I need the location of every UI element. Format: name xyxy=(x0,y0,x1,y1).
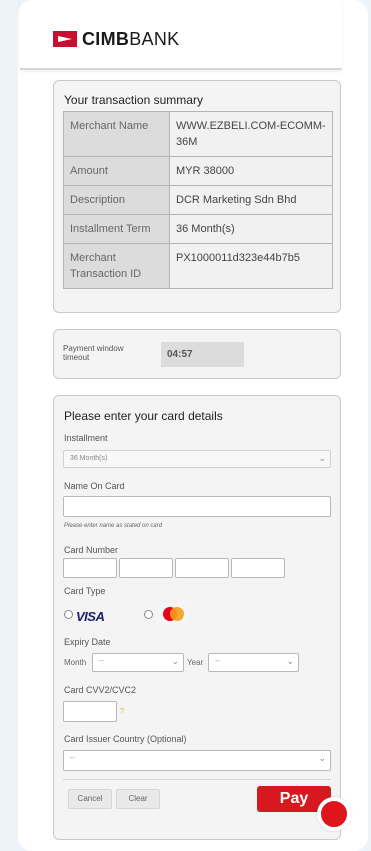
cvv-label: Card CVV2/CVC2 xyxy=(64,685,137,695)
cvv-input[interactable] xyxy=(63,701,117,722)
month-value: -- xyxy=(99,658,104,665)
table-row: Merchant Transaction ID PX1000011d323e44… xyxy=(63,243,333,289)
card-type-label: Card Type xyxy=(64,586,106,596)
table-row: Amount MYR 38000 xyxy=(63,156,333,186)
year-select[interactable]: -- ⌄ xyxy=(208,653,299,672)
timeout-value: 04:57 xyxy=(161,342,244,367)
clear-button[interactable]: Clear xyxy=(116,789,160,809)
table-row: Installment Term 36 Month(s) xyxy=(63,214,333,244)
chevron-down-icon: ⌄ xyxy=(286,656,294,666)
card-form-title: Please enter your card details xyxy=(64,409,223,423)
name-on-card-hint: Please enter name as stated on card xyxy=(64,523,163,529)
card-number-input-1[interactable] xyxy=(63,558,117,578)
card-number-input-3[interactable] xyxy=(175,558,229,578)
cancel-button[interactable]: Cancel xyxy=(68,789,112,809)
timeout-label: Payment window timeout xyxy=(63,344,124,362)
installment-select[interactable]: 36 Month(s) ⌄ xyxy=(63,450,331,468)
issuer-country-label: Card Issuer Country (Optional) xyxy=(64,734,187,744)
summary-title: Your transaction summary xyxy=(64,93,203,107)
table-row: Merchant Name WWW.EZBELI.COM-ECOMM-36M xyxy=(63,111,333,157)
year-value: -- xyxy=(215,658,220,665)
chevron-down-icon: ⌄ xyxy=(171,656,179,666)
row-value: MYR 38000 xyxy=(169,156,333,186)
installment-value: 36 Month(s) xyxy=(70,455,108,462)
mastercard-orange-circle xyxy=(170,607,184,621)
brand-name-light: BANK xyxy=(129,28,180,49)
chevron-down-icon: ⌄ xyxy=(318,453,326,463)
row-key: Merchant Transaction ID xyxy=(63,243,170,289)
cvv-help-icon[interactable]: ? xyxy=(120,708,124,715)
year-label: Year xyxy=(187,658,204,667)
header: CIMB BANK xyxy=(20,0,342,70)
row-value: WWW.EZBELI.COM-ECOMM-36M xyxy=(169,111,333,157)
summary-table: Merchant Name WWW.EZBELI.COM-ECOMM-36M A… xyxy=(63,111,333,289)
visa-logo: VISA xyxy=(76,609,105,624)
row-key: Amount xyxy=(63,156,170,186)
cimb-logo-icon xyxy=(53,31,77,47)
red-dot-indicator xyxy=(317,797,351,831)
card-details-panel: Please enter your card details Installme… xyxy=(53,395,341,840)
name-on-card-label: Name On Card xyxy=(64,481,125,491)
transaction-summary-panel: Your transaction summary Merchant Name W… xyxy=(53,80,341,313)
name-on-card-input[interactable] xyxy=(63,496,331,517)
row-key: Installment Term xyxy=(63,214,170,244)
table-row: Description DCR Marketing Sdn Bhd xyxy=(63,185,333,215)
row-key: Description xyxy=(63,185,170,215)
form-divider xyxy=(63,779,331,780)
mastercard-icon xyxy=(157,603,189,625)
expiry-date-label: Expiry Date xyxy=(64,637,111,647)
row-value: DCR Marketing Sdn Bhd xyxy=(169,185,333,215)
mastercard-radio[interactable] xyxy=(144,610,153,619)
row-value: 36 Month(s) xyxy=(169,214,333,244)
cimb-logo: CIMB BANK xyxy=(53,28,179,50)
card-number-label: Card Number xyxy=(64,545,119,555)
issuer-country-select[interactable]: -- ⌄ xyxy=(63,750,331,771)
timeout-panel: Payment window timeout 04:57 xyxy=(53,329,341,379)
chevron-down-icon: ⌄ xyxy=(318,753,326,763)
row-key: Merchant Name xyxy=(63,111,170,157)
visa-radio[interactable] xyxy=(64,610,73,619)
card-number-input-2[interactable] xyxy=(119,558,173,578)
month-label: Month xyxy=(64,658,87,667)
row-value: PX1000011d323e44b7b5 xyxy=(169,243,333,289)
month-select[interactable]: -- ⌄ xyxy=(92,653,184,672)
issuer-country-value: -- xyxy=(70,755,75,762)
brand-name-bold: CIMB xyxy=(82,28,130,49)
card-number-input-4[interactable] xyxy=(231,558,285,578)
installment-label: Installment xyxy=(64,433,108,443)
